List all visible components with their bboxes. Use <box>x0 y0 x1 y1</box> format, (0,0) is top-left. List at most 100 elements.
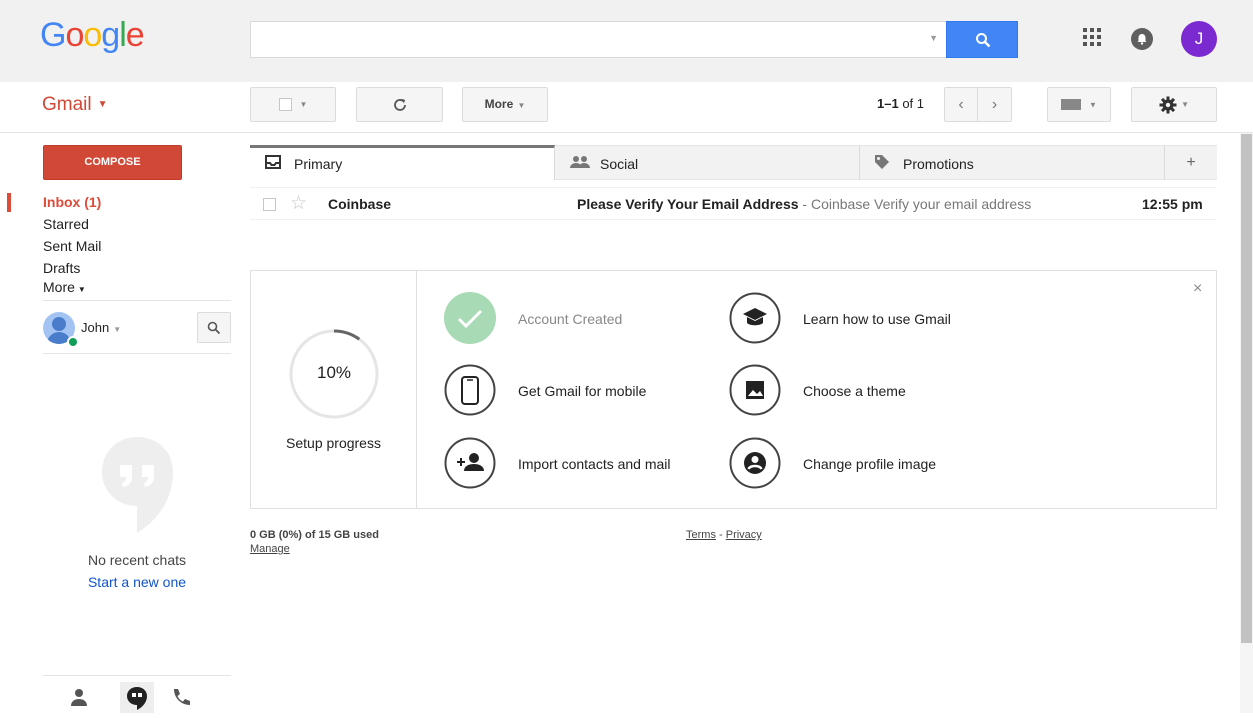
email-subject-line: Please Verify Your Email Address - Coinb… <box>577 196 1031 212</box>
step-change-profile-image[interactable]: Change profile image <box>803 456 936 472</box>
search-input[interactable]: ▼ <box>250 21 947 58</box>
email-subject: Please Verify Your Email Address <box>577 196 799 212</box>
google-logo[interactable]: Google <box>40 16 145 55</box>
select-checkbox[interactable] <box>278 98 292 112</box>
pager-range: 1–1 <box>877 96 899 111</box>
hangouts-user-name: John <box>81 320 110 335</box>
chevron-left-icon: ‹ <box>958 96 964 113</box>
tab-promotions[interactable]: Promotions <box>860 145 1165 180</box>
sidebar-item-starred[interactable]: Starred <box>43 216 89 232</box>
search-button[interactable] <box>946 21 1018 58</box>
search-options-caret-icon[interactable]: ▼ <box>929 33 938 43</box>
more-label: More <box>484 97 514 111</box>
step-choose-theme[interactable]: Choose a theme <box>803 383 906 399</box>
quote-bubble-icon <box>127 687 147 710</box>
row-checkbox[interactable] <box>263 198 276 211</box>
chevron-down-icon: ▼ <box>299 100 308 110</box>
pagination-text: 1–1 of 1 <box>877 96 924 111</box>
logo-letter: g <box>101 16 120 54</box>
phone-icon <box>174 689 190 705</box>
email-snippet: - Coinbase Verify your email address <box>798 196 1032 212</box>
add-person-icon[interactable] <box>444 437 496 489</box>
online-status-dot <box>67 336 79 348</box>
step-account-created: Account Created <box>518 311 623 327</box>
card-divider <box>416 271 417 508</box>
logo-letter: e <box>125 16 145 54</box>
chevron-right-icon: › <box>991 96 998 113</box>
close-icon[interactable]: × <box>1193 280 1202 298</box>
table-row[interactable]: ☆ Coinbase Please Verify Your Email Addr… <box>250 187 1217 220</box>
bell-icon <box>1137 34 1147 45</box>
email-time: 12:55 pm <box>1142 196 1203 212</box>
sidebar-more-label: More <box>43 279 75 295</box>
chevron-down-icon: ▼ <box>515 101 526 110</box>
sidebar-item-drafts[interactable]: Drafts <box>43 260 80 276</box>
sidebar-divider <box>43 675 231 676</box>
email-sender: Coinbase <box>328 196 392 212</box>
phone-icon[interactable] <box>444 364 496 416</box>
refresh-button[interactable] <box>356 87 443 122</box>
newer-button[interactable]: ‹ <box>944 87 978 122</box>
refresh-icon <box>393 98 406 111</box>
scrollbar-thumb[interactable] <box>1241 134 1252 643</box>
tab-label: Primary <box>294 156 343 172</box>
sidebar-item-inbox[interactable]: Inbox (1) <box>43 194 101 210</box>
category-tabs: Primary Social Promotions + <box>250 145 1217 180</box>
tab-social[interactable]: Social <box>555 145 860 180</box>
sidebar-item-more[interactable]: More ▼ <box>43 279 86 295</box>
account-avatar[interactable]: J <box>1181 21 1217 57</box>
account-circle-icon[interactable] <box>729 437 781 489</box>
contacts-tab[interactable] <box>62 682 96 713</box>
chevron-down-icon: ▼ <box>97 99 108 111</box>
graduation-cap-icon[interactable] <box>729 292 781 344</box>
image-icon[interactable] <box>729 364 781 416</box>
tab-primary[interactable]: Primary <box>250 145 555 180</box>
hangouts-bubble-icon <box>102 437 173 533</box>
add-tab-button[interactable]: + <box>1165 145 1217 180</box>
settings-button[interactable]: ▼ <box>1131 87 1217 122</box>
hangouts-tab[interactable] <box>120 682 154 713</box>
tab-label: Social <box>600 156 639 172</box>
sidebar-item-sent-mail[interactable]: Sent Mail <box>43 238 101 254</box>
compose-button[interactable]: COMPOSE <box>43 145 182 180</box>
apps-grid-icon[interactable] <box>1083 28 1101 46</box>
chevron-down-icon: ▼ <box>1178 100 1190 110</box>
step-get-gmail-mobile[interactable]: Get Gmail for mobile <box>518 383 646 399</box>
more-actions-button[interactable]: More ▼ <box>462 87 548 122</box>
footer-links: Terms - Privacy <box>686 529 762 541</box>
active-indicator <box>7 193 11 212</box>
sidebar-divider <box>43 300 231 301</box>
step-import-contacts[interactable]: Import contacts and mail <box>518 456 671 472</box>
input-tools-button[interactable]: ▼ <box>1047 87 1111 122</box>
gmail-app-switcher[interactable]: Gmail ▼ <box>42 94 108 116</box>
keyboard-icon <box>1061 99 1082 111</box>
no-chats-text: No recent chats <box>87 552 187 568</box>
hangouts-user-menu[interactable]: John ▼ <box>81 320 121 335</box>
progress-percent: 10% <box>316 363 352 382</box>
inbox-icon <box>265 155 281 169</box>
search-icon <box>976 33 991 48</box>
terms-link[interactable]: Terms <box>686 529 716 541</box>
header-divider <box>0 132 1253 133</box>
gmail-label: Gmail <box>42 94 92 115</box>
storage-usage: 0 GB (0%) of 15 GB used <box>250 529 379 541</box>
chevron-down-icon: ▼ <box>1089 100 1097 110</box>
setup-progress-card: 10% Setup progress × Account Created Get… <box>250 270 1217 509</box>
search-icon <box>207 321 221 335</box>
select-all-button[interactable]: ▼ <box>250 87 336 122</box>
notifications-bell-icon[interactable] <box>1131 28 1153 50</box>
star-icon[interactable]: ☆ <box>290 192 307 215</box>
hangouts-search-button[interactable] <box>197 312 231 343</box>
manage-storage-link[interactable]: Manage <box>250 543 290 555</box>
start-new-chat-link[interactable]: Start a new one <box>43 574 231 590</box>
step-learn-gmail[interactable]: Learn how to use Gmail <box>803 311 951 327</box>
privacy-link[interactable]: Privacy <box>726 529 762 541</box>
footer-separator: - <box>715 529 726 541</box>
sidebar-divider <box>43 353 231 354</box>
older-button[interactable]: › <box>977 87 1012 122</box>
phone-tab[interactable] <box>164 682 198 713</box>
check-icon <box>444 292 496 344</box>
people-icon <box>570 156 590 168</box>
person-icon <box>71 689 87 706</box>
logo-letter: o <box>83 16 102 54</box>
